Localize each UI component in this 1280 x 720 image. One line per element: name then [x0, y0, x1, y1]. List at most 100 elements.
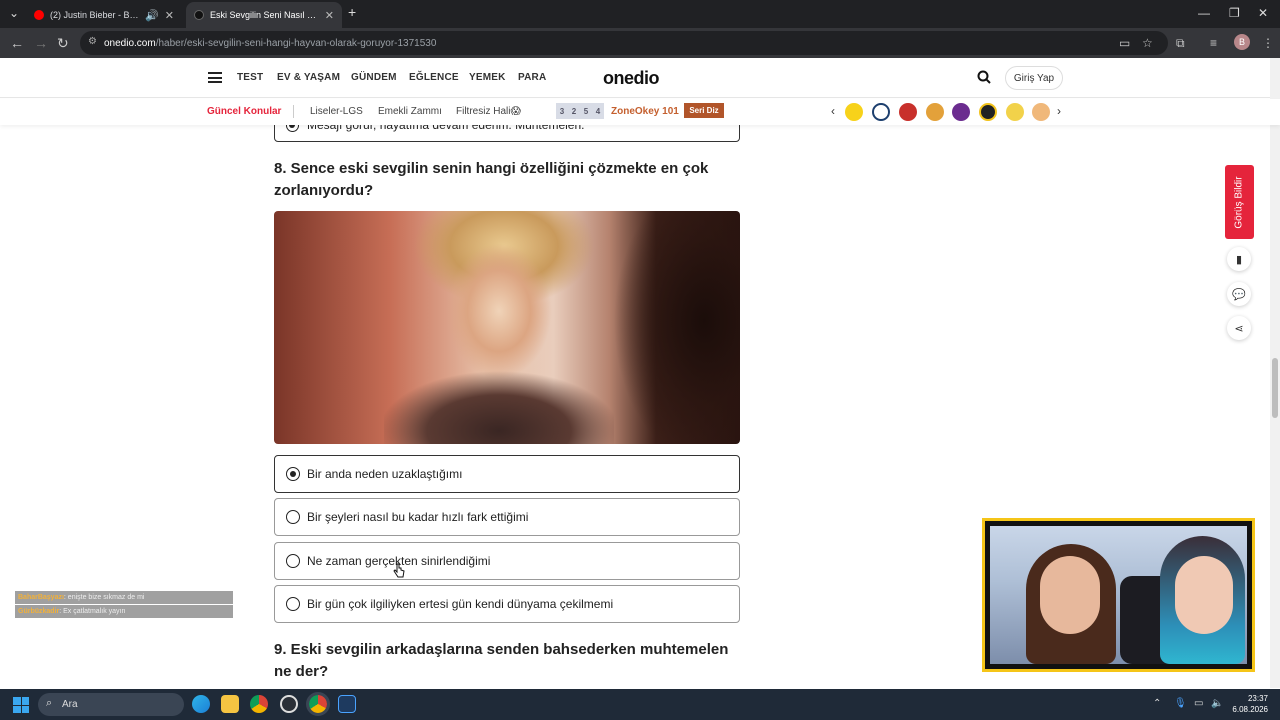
chevron-left-icon[interactable]: ‹	[831, 104, 835, 118]
category-badge-icon[interactable]	[926, 103, 944, 121]
url-field[interactable]: ⚙ onedio.com/haber/eski-sevgilin-seni-ha…	[80, 31, 1168, 55]
seri-diz-badge[interactable]: Seri Diz	[684, 103, 724, 118]
chrome-active-icon[interactable]	[306, 692, 330, 716]
nav-eglence[interactable]: EĞLENCE	[409, 72, 459, 83]
topic-liseler-lgs[interactable]: Liseler-LGS	[310, 106, 363, 117]
radio-empty-icon	[286, 554, 300, 568]
bookmark-icon[interactable]: ▮	[1227, 247, 1251, 271]
close-tab-icon[interactable]: ✕	[165, 9, 174, 22]
obs-icon[interactable]	[280, 695, 298, 713]
chat-user: Gürbüzkadir	[18, 608, 60, 615]
address-bar-row: ← → ↻ ⚙ onedio.com/haber/eski-sevgilin-s…	[0, 28, 1280, 58]
radio-empty-icon	[286, 510, 300, 524]
option-label: Bir şeyleri nasıl bu kadar hızlı fark et…	[307, 510, 529, 524]
url-site: onedio.com	[104, 37, 156, 49]
category-badge-icon[interactable]	[952, 103, 970, 121]
topics-label[interactable]: Güncel Konular	[207, 106, 281, 117]
microphone-icon[interactable]: 🎙	[1174, 698, 1187, 709]
nav-gundem[interactable]: GÜNDEM	[351, 72, 397, 83]
feedback-button[interactable]: Görüş Bildir	[1225, 165, 1254, 239]
q8-option-4[interactable]: Bir gün çok ilgiliyken ertesi gün kendi …	[274, 585, 740, 623]
login-button[interactable]: Giriş Yap	[1005, 66, 1063, 90]
hand-cursor-icon	[393, 563, 405, 578]
category-badge-icon[interactable]	[1032, 103, 1050, 121]
clock-time: 23:37	[1247, 694, 1268, 703]
extensions-icon[interactable]: ⧉	[1176, 36, 1185, 51]
tab-youtube[interactable]: (2) Justin Bieber - Beauty A 🔊 ✕	[26, 2, 182, 28]
chrome-icon[interactable]	[250, 695, 268, 713]
tile-number: 2	[571, 106, 577, 116]
speaker-icon[interactable]: 🔊	[145, 9, 159, 22]
site-header: TEST EV & YAŞAM GÜNDEM EĞLENCE YEMEK PAR…	[0, 58, 1280, 98]
comments-icon[interactable]: 💬	[1227, 282, 1251, 306]
taskbar-search-label: Ara	[62, 699, 78, 710]
bookmark-star-icon[interactable]: ☆	[1142, 36, 1153, 50]
nav-para[interactable]: PARA	[518, 72, 546, 83]
tile-number: 4	[595, 106, 601, 116]
site-logo[interactable]: onedio	[603, 68, 660, 89]
chat-message: Gürbüzkadir: Ex çatlatmalık yayın	[15, 605, 233, 618]
topic-filtresiz-hali[interactable]: Filtresiz Hali😱	[456, 106, 521, 117]
onedio-favicon-icon	[194, 10, 204, 20]
share-icon[interactable]: ⋖	[1227, 316, 1251, 340]
q8-option-3[interactable]: Ne zaman gerçekten sinirlendiğimi	[274, 542, 740, 580]
cast-icon[interactable]: ▭	[1119, 36, 1130, 50]
minimize-icon[interactable]: —	[1198, 6, 1210, 20]
chat-text: : enişte bize sıkmaz de mi	[63, 594, 145, 601]
page-scrollbar[interactable]	[1270, 58, 1280, 688]
taskbar-search[interactable]: ⌕ Ara	[38, 693, 184, 716]
q8-option-2[interactable]: Bir şeyleri nasıl bu kadar hızlı fark et…	[274, 498, 740, 536]
site-info-icon[interactable]: ⚙	[88, 36, 97, 47]
back-icon[interactable]: ←	[10, 35, 24, 51]
tab-onedio[interactable]: Eski Sevgilin Seni Nasıl Görüyor ✕	[186, 2, 342, 28]
nav-yemek[interactable]: YEMEK	[469, 72, 506, 83]
new-tab-icon[interactable]: +	[348, 4, 356, 20]
topic-emekli-zammi[interactable]: Emekli Zammı	[378, 106, 442, 117]
tray-chevron-icon[interactable]: ⌃	[1153, 698, 1161, 709]
question-8-image	[274, 211, 740, 444]
chevron-right-icon[interactable]: ›	[1057, 104, 1061, 118]
close-window-icon[interactable]: ✕	[1258, 6, 1268, 20]
menu-dots-icon[interactable]: ⋮	[1262, 36, 1274, 50]
search-icon[interactable]	[977, 70, 991, 84]
profile-avatar[interactable]: B	[1234, 34, 1250, 50]
tile-number: 3	[559, 106, 565, 116]
browser-tab-bar: ⌄ (2) Justin Bieber - Beauty A 🔊 ✕ Eski …	[0, 0, 1280, 28]
category-badge-icon[interactable]	[979, 103, 997, 121]
restore-icon[interactable]: ❐	[1229, 6, 1240, 20]
category-badge-icon[interactable]	[1006, 103, 1024, 121]
network-icon[interactable]: ▭	[1194, 698, 1203, 709]
q8-option-1[interactable]: Bir anda neden uzaklaştığımı	[274, 455, 740, 493]
category-badge-icon[interactable]	[899, 103, 917, 121]
radio-selected-icon	[286, 467, 300, 481]
forward-icon[interactable]: →	[34, 35, 48, 51]
radio-empty-icon	[286, 597, 300, 611]
option-label: Bir anda neden uzaklaştığımı	[307, 467, 463, 481]
tab-title: Eski Sevgilin Seni Nasıl Görüyor	[210, 10, 319, 20]
windows-start-icon[interactable]	[13, 697, 29, 713]
chat-user: BaharBaşyazı	[18, 594, 64, 601]
zoneokey-tiles[interactable]: 3 2 5 4	[556, 103, 604, 119]
system-clock[interactable]: 23:37 6.08.2026	[1228, 693, 1268, 715]
app-icon[interactable]	[338, 695, 356, 713]
file-explorer-icon[interactable]	[221, 695, 239, 713]
tab-search-chevron-icon[interactable]: ⌄	[9, 6, 19, 20]
close-tab-icon[interactable]: ✕	[325, 9, 334, 22]
image-shadow-shape	[604, 211, 740, 444]
windows-taskbar: ⌕ Ara ⌃ 🎙 ▭ 🔈 23:37 6.08.2026	[0, 689, 1280, 720]
zoneokey-link[interactable]: ZoneOkey 101	[611, 106, 679, 117]
edge-icon[interactable]	[192, 695, 210, 713]
nav-ev-yasam[interactable]: EV & YAŞAM	[277, 72, 340, 83]
nav-test[interactable]: TEST	[237, 72, 263, 83]
feedback-label: Görüş Bildir	[1234, 175, 1245, 229]
webcam-scene	[990, 526, 1247, 664]
scrollbar-thumb[interactable]	[1272, 358, 1278, 418]
person-left-face	[1040, 556, 1100, 634]
category-badge-icon[interactable]	[872, 103, 890, 121]
category-badge-icon[interactable]	[845, 103, 863, 121]
tab-title: (2) Justin Bieber - Beauty A	[50, 10, 140, 20]
hamburger-menu-icon[interactable]	[208, 72, 222, 83]
volume-icon[interactable]: 🔈	[1211, 698, 1223, 709]
media-control-icon[interactable]: ≡	[1210, 36, 1217, 50]
reload-icon[interactable]: ↻	[57, 35, 69, 52]
